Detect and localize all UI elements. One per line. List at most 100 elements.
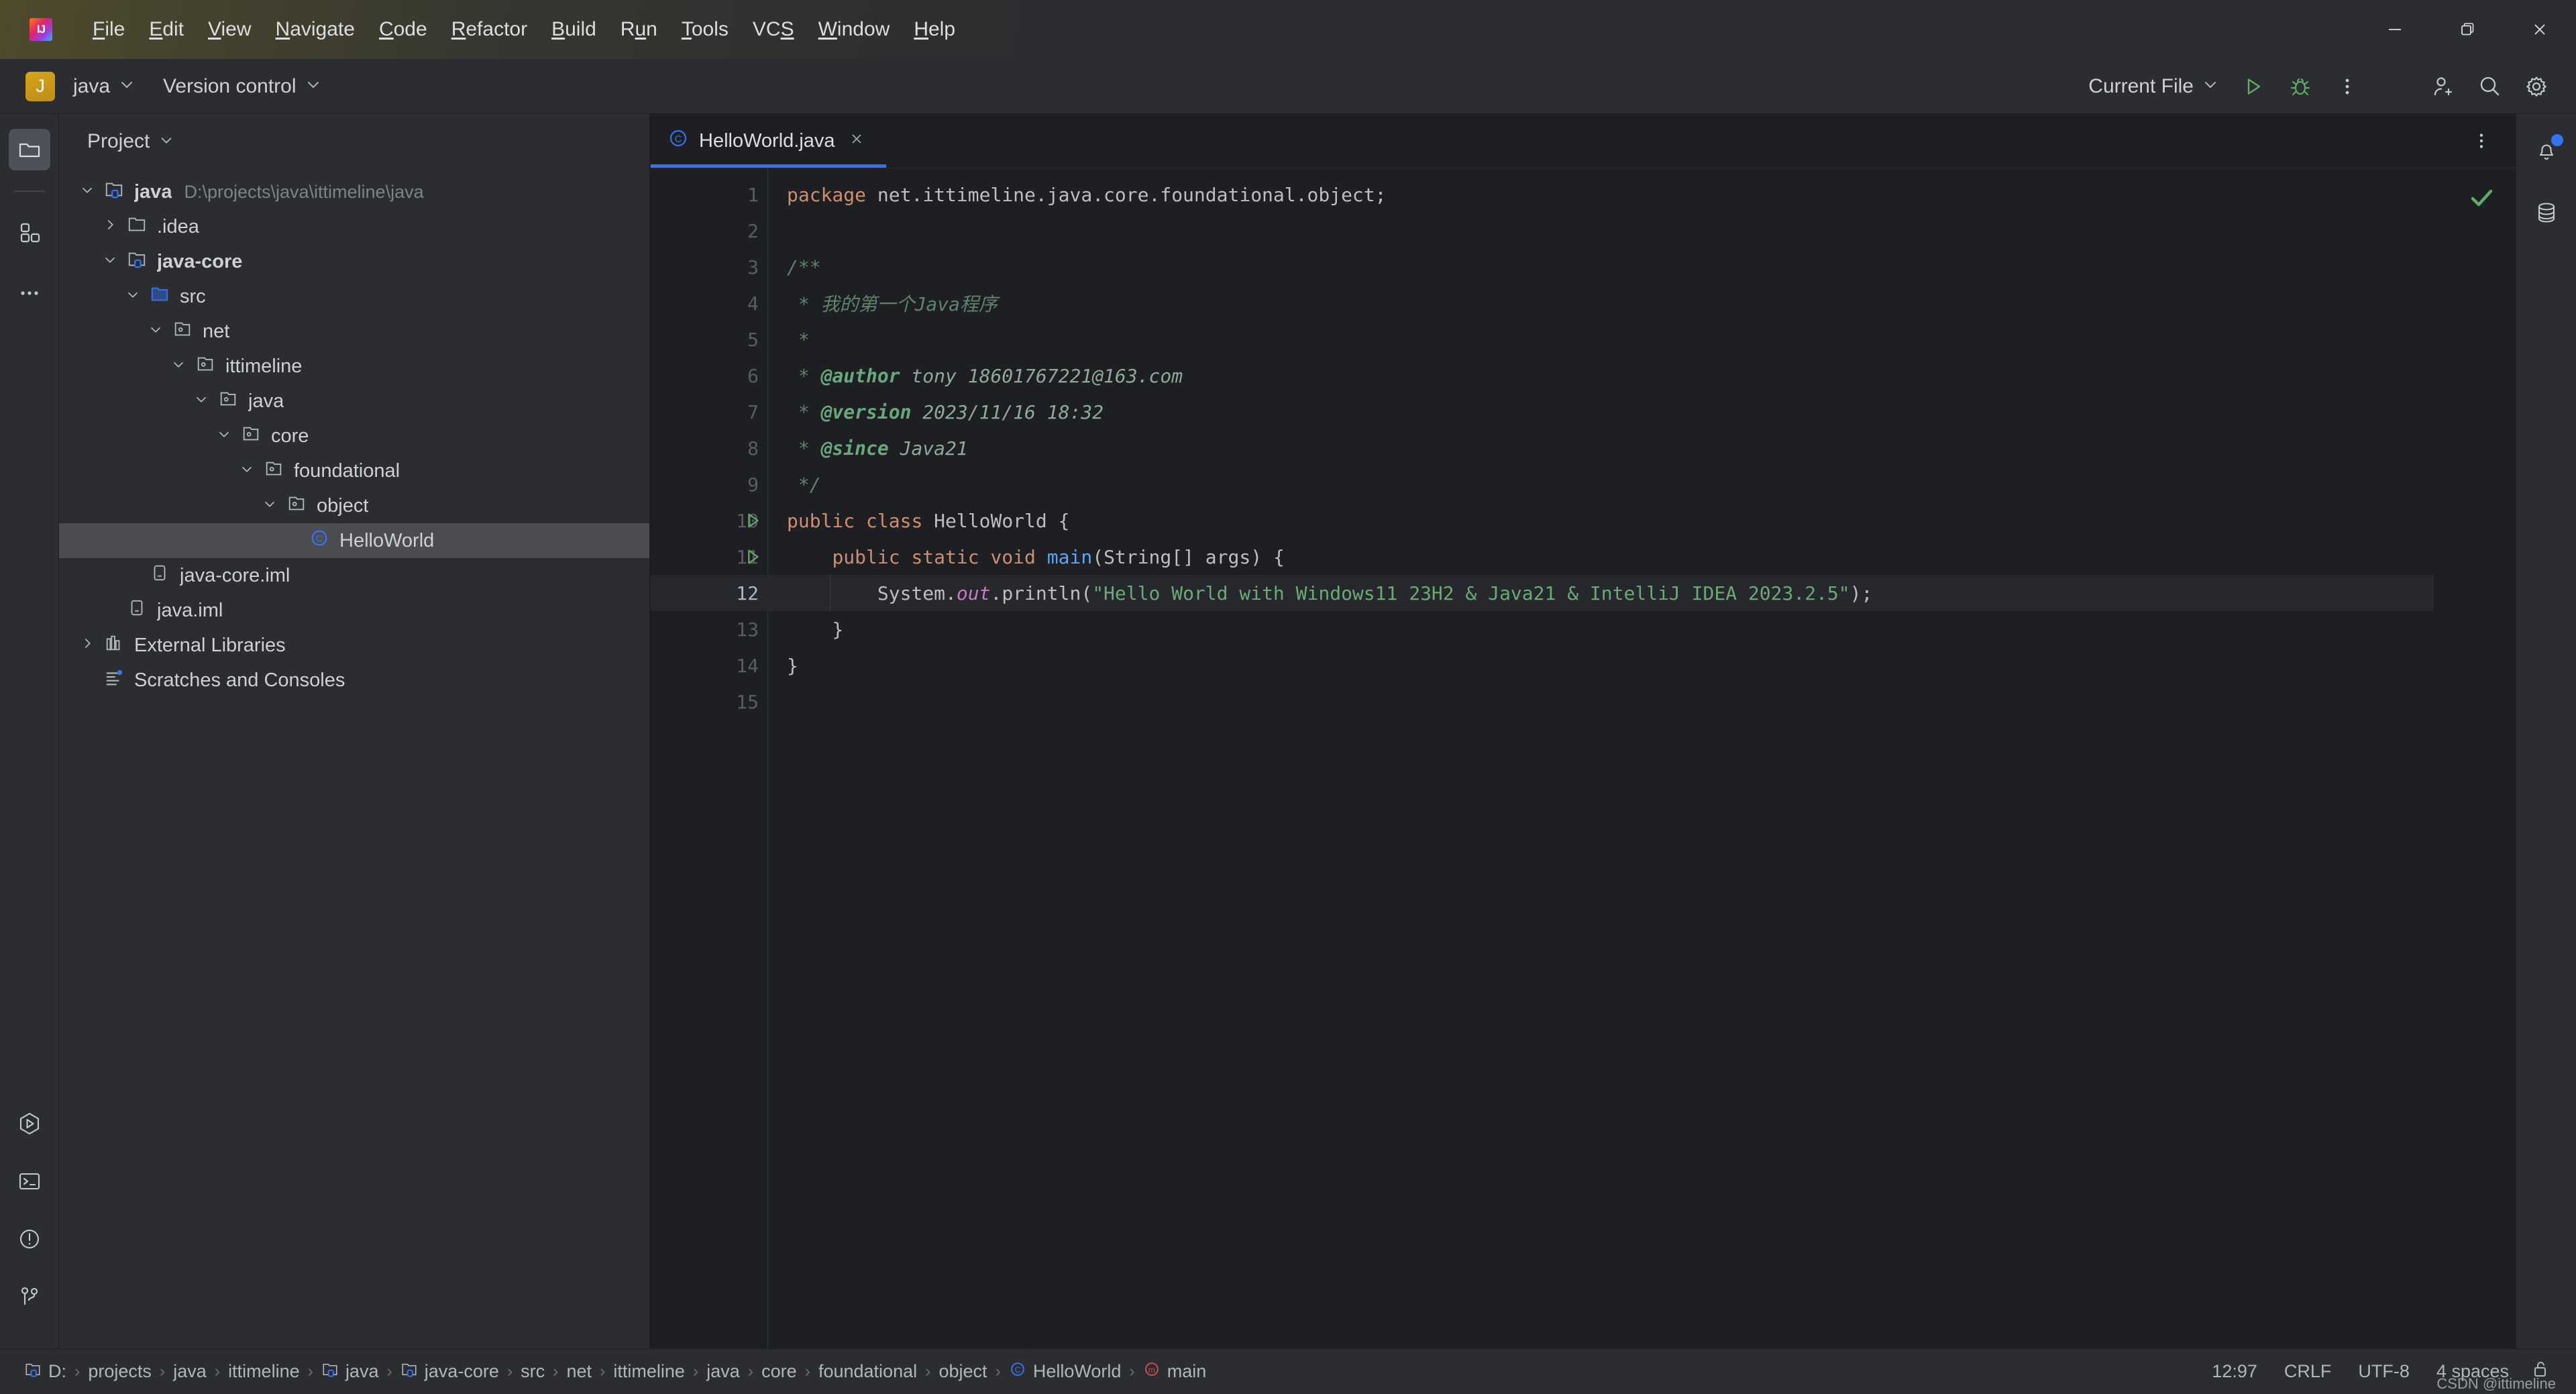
- tree-node-helloworld[interactable]: C HelloWorld: [59, 523, 649, 558]
- tree-node-core[interactable]: core: [59, 419, 649, 453]
- code-line[interactable]: * @version 2023/11/16 18:32: [768, 394, 2434, 430]
- project-panel-title-group[interactable]: Project: [87, 130, 174, 153]
- breadcrumb-item-object[interactable]: object: [932, 1358, 994, 1385]
- tree-expander[interactable]: [97, 251, 123, 273]
- code-line[interactable]: package net. ittimeline. java. core. foundat…: [768, 176, 2434, 213]
- sidebar-item-run[interactable]: [9, 1103, 50, 1144]
- code-line[interactable]: * @author tony 18601767221@163.com: [768, 358, 2434, 394]
- tree-expander[interactable]: [211, 425, 237, 447]
- breadcrumb-item-net[interactable]: net: [560, 1358, 599, 1385]
- inspection-checkmark-icon[interactable]: [2466, 182, 2497, 216]
- tree-node-object[interactable]: object: [59, 488, 649, 523]
- code-text-area[interactable]: package net. ittimeline. java. core. foundat…: [768, 168, 2434, 1348]
- more-actions-button[interactable]: [2325, 64, 2369, 109]
- chevron-down-icon[interactable]: [170, 356, 186, 378]
- code-line[interactable]: /**: [768, 249, 2434, 285]
- tree-expander[interactable]: [74, 181, 101, 203]
- gutter-line[interactable]: 4: [651, 285, 768, 321]
- code-line[interactable]: System. out. println("Hello World with Win…: [768, 575, 2434, 611]
- menu-help[interactable]: Help: [902, 14, 967, 45]
- breadcrumb-item-src[interactable]: src: [514, 1358, 551, 1385]
- tree-expander[interactable]: [97, 216, 123, 238]
- gutter-line[interactable]: 1: [651, 176, 768, 213]
- tree-node-java-core[interactable]: java-core: [59, 244, 649, 279]
- breadcrumb-item-helloworld[interactable]: C HelloWorld: [1002, 1358, 1128, 1385]
- breadcrumb-item-java[interactable]: java: [315, 1358, 386, 1385]
- editor-markers-gutter[interactable]: [2434, 168, 2516, 1348]
- breadcrumb-item-java[interactable]: java: [700, 1358, 747, 1385]
- menu-edit[interactable]: Edit: [137, 14, 196, 45]
- code-line[interactable]: }: [768, 611, 2434, 647]
- code-line[interactable]: *: [768, 321, 2434, 358]
- gear-icon[interactable]: [2514, 64, 2559, 109]
- maximize-button[interactable]: [2431, 0, 2504, 59]
- search-icon[interactable]: [2467, 64, 2512, 109]
- project-badge[interactable]: J: [25, 71, 55, 101]
- tree-expander[interactable]: [188, 390, 215, 413]
- tree-node-java[interactable]: java D:\projects\java\ittimeline\java: [59, 174, 649, 209]
- breadcrumb-item-projects[interactable]: projects: [81, 1358, 158, 1385]
- code-line[interactable]: [768, 684, 2434, 720]
- tree-expander[interactable]: [74, 635, 101, 657]
- close-icon[interactable]: [846, 128, 867, 154]
- gutter-line[interactable]: 15: [651, 684, 768, 720]
- tree-expander[interactable]: [119, 286, 146, 308]
- tree-expander[interactable]: [142, 321, 169, 343]
- breadcrumb-item-java[interactable]: java: [166, 1358, 213, 1385]
- gutter-line[interactable]: 14: [651, 647, 768, 684]
- breadcrumb[interactable]: D: › projects › java › ittimeline › java › java-co…: [0, 1358, 1213, 1385]
- gutter-line[interactable]: 8: [651, 430, 768, 466]
- gutter-line[interactable]: 9: [651, 466, 768, 502]
- breadcrumb-item-main[interactable]: m main: [1136, 1358, 1214, 1385]
- gutter-line[interactable]: 6: [651, 358, 768, 394]
- menu-refactor[interactable]: Refactor: [439, 14, 539, 45]
- code-line[interactable]: [768, 213, 2434, 249]
- breadcrumb-item-ittimeline[interactable]: ittimeline: [606, 1358, 692, 1385]
- breadcrumb-item-d-[interactable]: D:: [17, 1358, 73, 1385]
- editor-options-button[interactable]: [2459, 119, 2504, 163]
- breadcrumb-item-java-core[interactable]: java-core: [394, 1358, 506, 1385]
- tree-node-src[interactable]: src: [59, 279, 649, 314]
- tree-node-scratches-and-consoles[interactable]: Scratches and Consoles: [59, 663, 649, 698]
- breadcrumb-item-foundational[interactable]: foundational: [812, 1358, 924, 1385]
- menu-file[interactable]: File: [80, 14, 137, 45]
- code-line[interactable]: */: [768, 466, 2434, 502]
- code-line[interactable]: }: [768, 647, 2434, 684]
- sidebar-item-git[interactable]: [9, 1276, 50, 1318]
- project-tree[interactable]: java D:\projects\java\ittimeline\java .ide…: [59, 169, 649, 1348]
- add-user-icon[interactable]: [2420, 64, 2465, 109]
- tab-helloworld-java[interactable]: C HelloWorld.java: [651, 114, 886, 168]
- chevron-down-icon[interactable]: [125, 286, 141, 308]
- project-selector[interactable]: java: [63, 70, 145, 103]
- gutter-line[interactable]: 12: [651, 575, 768, 611]
- tree-expander[interactable]: [256, 495, 283, 517]
- sidebar-item-problems[interactable]: [9, 1218, 50, 1260]
- close-button[interactable]: [2504, 0, 2576, 59]
- run-button[interactable]: [2231, 64, 2275, 109]
- caret-position[interactable]: 12:97: [2198, 1357, 2271, 1386]
- menu-tools[interactable]: Tools: [669, 14, 741, 45]
- tree-node-java-iml[interactable]: java.iml: [59, 593, 649, 628]
- tree-node-foundational[interactable]: foundational: [59, 453, 649, 488]
- sidebar-item-structure[interactable]: [9, 212, 50, 254]
- gutter-line[interactable]: 5: [651, 321, 768, 358]
- run-gutter-icon[interactable]: [739, 547, 767, 567]
- debug-button[interactable]: [2278, 64, 2322, 109]
- gutter-line[interactable]: 10: [651, 502, 768, 539]
- sidebar-item-more[interactable]: [9, 272, 50, 314]
- tree-node--idea[interactable]: .idea: [59, 209, 649, 244]
- tree-expander[interactable]: [165, 356, 192, 378]
- menu-vcs[interactable]: VCS: [741, 14, 806, 45]
- version-control-widget[interactable]: Version control: [153, 70, 331, 103]
- code-line[interactable]: * 我的第一个Java程序: [768, 285, 2434, 321]
- breadcrumb-item-ittimeline[interactable]: ittimeline: [221, 1358, 307, 1385]
- editor-gutter[interactable]: 1 2 3 4 5 6 7 8 9 10 11 12 13 14 15: [651, 168, 768, 1348]
- code-line[interactable]: * @since Java21: [768, 430, 2434, 466]
- tree-expander[interactable]: [233, 460, 260, 482]
- chevron-down-icon[interactable]: [216, 425, 232, 447]
- chevron-right-icon[interactable]: [79, 635, 95, 657]
- menu-window[interactable]: Window: [806, 14, 902, 45]
- indent-setting[interactable]: 4 spaces: [2423, 1357, 2522, 1386]
- sidebar-item-project[interactable]: [8, 129, 50, 170]
- minimize-button[interactable]: [2359, 0, 2431, 59]
